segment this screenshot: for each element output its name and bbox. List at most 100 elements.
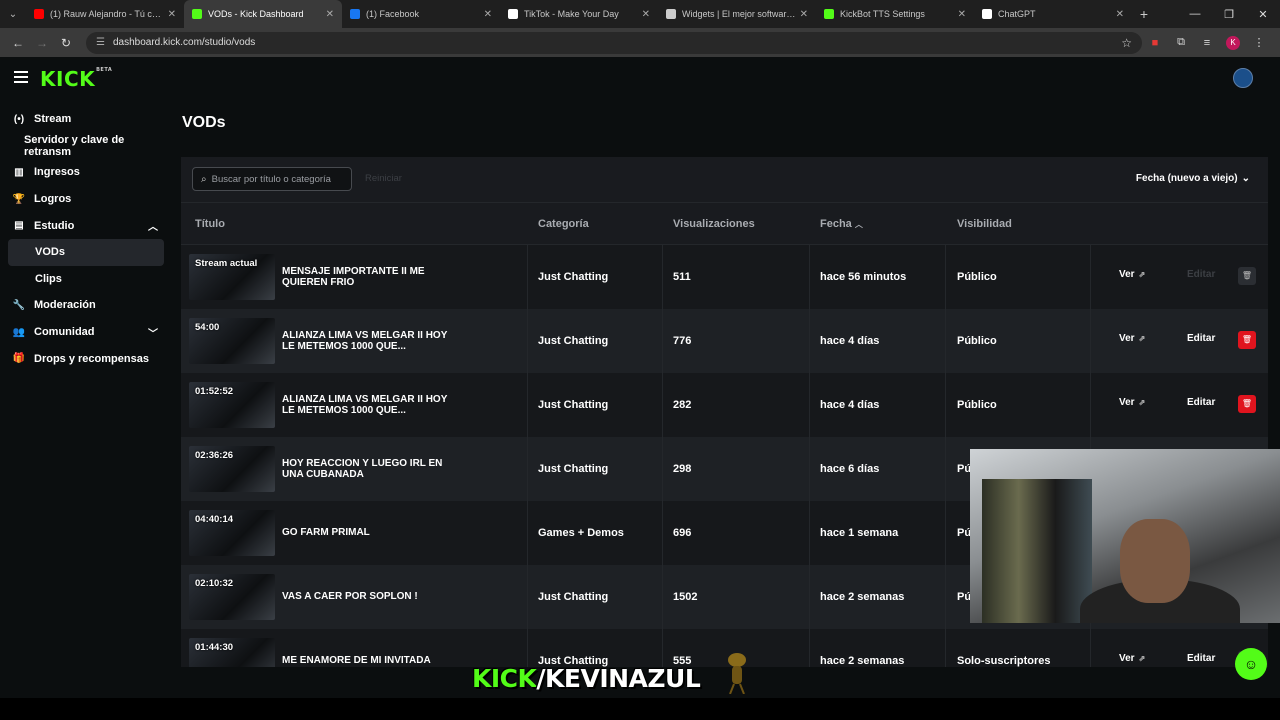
external-link-icon: ⇗	[1138, 398, 1146, 407]
browser-menu-icon[interactable]: ⋮	[1246, 36, 1272, 49]
chat-support-button[interactable]: ☺	[1235, 648, 1267, 680]
header-date[interactable]: Fecha ︿	[820, 218, 863, 230]
sidebar-item-vods[interactable]: VODs	[8, 238, 164, 266]
column-divider	[527, 629, 528, 667]
column-divider	[945, 373, 946, 437]
tab-close-icon[interactable]: ✕	[326, 9, 334, 20]
view-button[interactable]: Ver⇗	[1119, 333, 1145, 344]
delete-button[interactable]: 🗑	[1238, 267, 1256, 285]
bookmark-star-icon[interactable]: ☆	[1121, 36, 1132, 50]
table-row[interactable]: 54:00 ALIANZA LIMA VS MELGAR II HOY LE M…	[181, 309, 1268, 373]
search-input[interactable]: ⌕ Buscar por título o categoría	[192, 167, 352, 191]
tab-search-icon[interactable]: ⌄	[0, 0, 26, 28]
sort-dropdown[interactable]: Fecha (nuevo a viejo) ⌄	[1136, 173, 1250, 184]
restore-icon[interactable]: ❐	[1212, 8, 1246, 21]
tab-close-icon[interactable]: ✕	[958, 9, 966, 20]
tab-title: (1) Facebook	[366, 9, 420, 19]
vod-title: HOY REACCION Y LUEGO IRL EN UNA CUBANADA	[282, 457, 443, 481]
sidebar-item-estudio[interactable]: ▤ Estudio ︿	[0, 212, 172, 239]
view-button[interactable]: Ver⇗	[1119, 397, 1145, 408]
sidebar-item-drops[interactable]: 🎁 Drops y recompensas	[0, 345, 172, 372]
address-bar[interactable]: ☰ dashboard.kick.com/studio/vods ☆	[86, 31, 1142, 54]
film-icon: ▤	[14, 220, 24, 232]
column-divider	[527, 245, 528, 309]
vod-thumbnail[interactable]: 02:36:26	[189, 446, 275, 492]
tab-favicon-icon	[824, 9, 834, 19]
vod-visibility: Público	[957, 271, 997, 283]
column-divider	[1090, 629, 1091, 667]
delete-button[interactable]: 🗑	[1238, 395, 1256, 413]
forward-icon[interactable]: →	[30, 36, 54, 50]
kick-logo[interactable]: KICKBETA	[40, 67, 112, 91]
tab-close-icon[interactable]: ✕	[484, 9, 492, 20]
reload-icon[interactable]: ↻	[54, 36, 78, 50]
edit-button[interactable]: Editar	[1187, 333, 1215, 344]
sidebar-item-ingresos[interactable]: ▥ Ingresos	[0, 159, 172, 186]
browser-tab[interactable]: ChatGPT ✕	[974, 0, 1132, 28]
tab-close-icon[interactable]: ✕	[168, 9, 176, 20]
tab-close-icon[interactable]: ✕	[800, 9, 808, 20]
sidebar-item-logros[interactable]: 🏆 Logros	[0, 186, 172, 213]
vod-views: 298	[673, 463, 692, 475]
browser-tab[interactable]: KickBot TTS Settings ✕	[816, 0, 974, 28]
edit-button[interactable]: Editar	[1187, 269, 1215, 280]
view-button[interactable]: Ver⇗	[1119, 269, 1145, 280]
edit-button[interactable]: Editar	[1187, 653, 1215, 664]
header-category[interactable]: Categoría	[538, 218, 589, 230]
window-controls: — ❐ ✕	[1178, 0, 1280, 28]
close-window-icon[interactable]: ✕	[1246, 8, 1280, 21]
hamburger-menu-icon[interactable]	[14, 71, 28, 83]
media-icon[interactable]: ≡	[1194, 37, 1220, 49]
column-divider	[809, 373, 810, 437]
vod-title: ME ENAMORE DE MI INVITADA	[282, 655, 431, 667]
vod-thumbnail[interactable]: 04:40:14	[189, 510, 275, 556]
reset-button[interactable]: Reiniciar	[365, 173, 402, 184]
header-views[interactable]: Visualizaciones	[673, 218, 755, 230]
vod-date: hace 4 días	[820, 335, 880, 347]
tab-close-icon[interactable]: ✕	[1116, 9, 1124, 20]
sort-asc-icon: ︿	[854, 220, 863, 229]
column-divider	[809, 565, 810, 629]
extensions-puzzle-icon[interactable]: ⧉	[1168, 36, 1194, 49]
site-info-icon[interactable]: ☰	[96, 37, 105, 48]
back-icon[interactable]: ←	[6, 36, 30, 50]
vod-title: GO FARM PRIMAL	[282, 527, 370, 539]
app-header: KICKBETA	[0, 57, 1280, 99]
vod-visibility: Pú	[957, 527, 972, 539]
sidebar-item-server-key[interactable]: Servidor y clave de retransm	[0, 133, 172, 160]
header-visibility[interactable]: Visibilidad	[957, 218, 1012, 230]
vod-thumbnail[interactable]: 01:44:30	[189, 638, 275, 667]
vod-thumbnail[interactable]: 01:52:52	[189, 382, 275, 428]
table-row[interactable]: 01:52:52 ALIANZA LIMA VS MELGAR II HOY L…	[181, 373, 1268, 437]
browser-toolbar: ← → ↻ ☰ dashboard.kick.com/studio/vods ☆…	[0, 28, 1280, 57]
browser-tab[interactable]: (1) Facebook ✕	[342, 0, 500, 28]
column-divider	[527, 501, 528, 565]
vod-thumbnail[interactable]: 54:00	[189, 318, 275, 364]
sidebar-item-clips[interactable]: Clips	[0, 266, 172, 293]
extension-icon[interactable]: ■	[1142, 37, 1168, 49]
user-avatar[interactable]	[1233, 68, 1253, 88]
browser-tab[interactable]: Widgets | El mejor software para ✕	[658, 0, 816, 28]
header-title[interactable]: Título	[195, 218, 225, 230]
column-divider	[945, 501, 946, 565]
sidebar-item-moderacion[interactable]: 🔧 Moderación	[0, 292, 172, 319]
tab-title: KickBot TTS Settings	[840, 9, 925, 19]
vod-thumbnail[interactable]: Stream actual	[189, 254, 275, 300]
edit-button[interactable]: Editar	[1187, 397, 1215, 408]
new-tab-button[interactable]: +	[1132, 6, 1156, 22]
minimize-icon[interactable]: —	[1178, 8, 1212, 20]
tab-close-icon[interactable]: ✕	[642, 9, 650, 20]
browser-tab[interactable]: (1) Rauw Alejandro - Tú con Él (✕	[26, 0, 184, 28]
sidebar-item-stream[interactable]: (•) Stream	[0, 106, 172, 133]
chevron-down-icon: ⌄	[1241, 173, 1250, 184]
profile-avatar[interactable]: K	[1220, 35, 1246, 50]
browser-tab[interactable]: TikTok - Make Your Day ✕	[500, 0, 658, 28]
duration-badge: 01:52:52	[195, 386, 234, 397]
vod-thumbnail[interactable]: 02:10:32	[189, 574, 275, 620]
sidebar-item-comunidad[interactable]: 👥 Comunidad ﹀	[0, 319, 172, 346]
browser-tab[interactable]: VODs - Kick Dashboard ✕	[184, 0, 342, 28]
table-row[interactable]: Stream actual MENSAJE IMPORTANTE II ME Q…	[181, 245, 1268, 309]
column-divider	[662, 373, 663, 437]
delete-button[interactable]: 🗑	[1238, 331, 1256, 349]
view-button[interactable]: Ver⇗	[1119, 653, 1145, 664]
